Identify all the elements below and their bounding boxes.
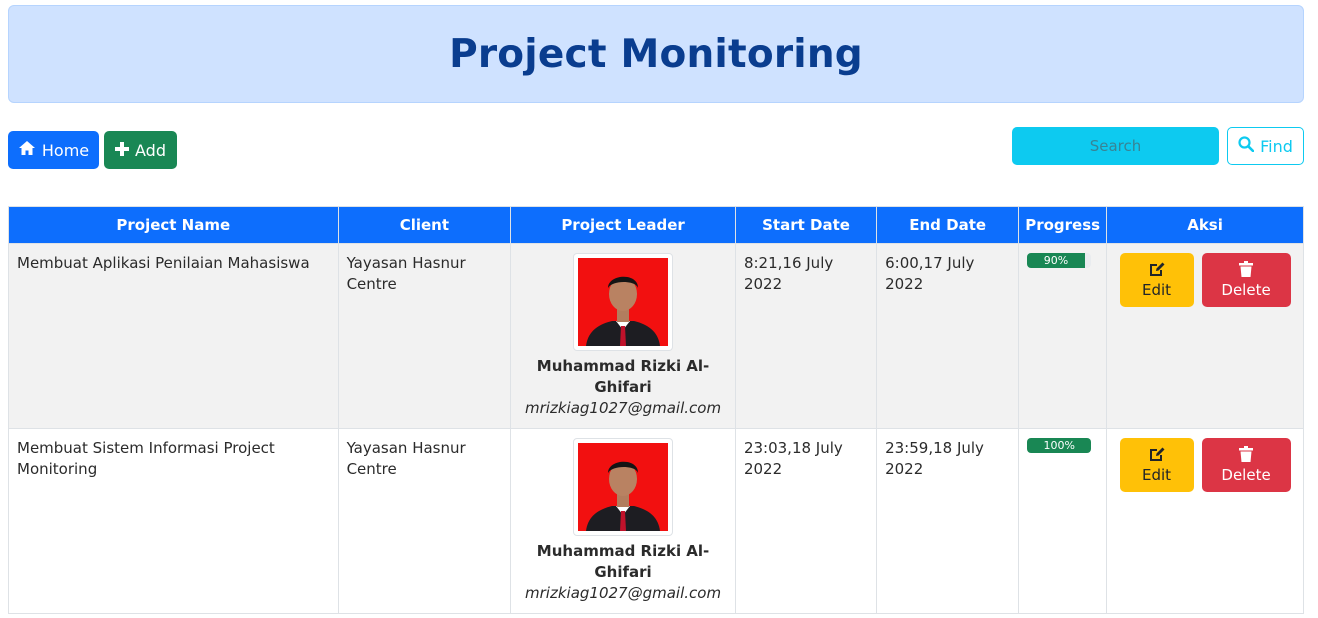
home-button-label: Home (41, 140, 90, 160)
leader-email: mrizkiag1027@gmail.com (525, 399, 722, 417)
client-cell: Yayasan Hasnur Centre (337, 243, 512, 429)
progress-bar: 100% (1027, 438, 1092, 453)
leader-photo (573, 253, 674, 351)
project-leader-cell: Muhammad Rizki Al-Ghifari mrizkiag1027@g… (510, 428, 736, 614)
progress-fill: 100% (1027, 438, 1092, 453)
delete-button-label: Delete (1221, 466, 1271, 484)
table-row: Membuat Aplikasi Penilaian Mahasiswa Yay… (8, 243, 1304, 429)
start-date-cell: 8:21,16 July 2022 (734, 243, 878, 429)
home-button[interactable]: Home (8, 131, 99, 169)
edit-button-label: Edit (1142, 281, 1172, 299)
end-date-cell: 23:59,18 July 2022 (876, 428, 1020, 614)
trash-icon (1239, 261, 1254, 281)
find-button[interactable]: Find (1227, 127, 1304, 165)
page-title: Project Monitoring (449, 31, 863, 77)
delete-button[interactable]: Delete (1201, 253, 1291, 307)
column-header-aksi: Aksi (1106, 206, 1304, 244)
column-header-progress: Progress (1018, 206, 1108, 244)
progress-bar: 90% (1027, 253, 1092, 268)
column-header-start-date: Start Date (734, 206, 878, 244)
leader-photo (573, 438, 674, 536)
actions-cell: Edit Delete (1106, 428, 1304, 614)
edit-button[interactable]: Edit (1119, 253, 1194, 307)
client-cell: Yayasan Hasnur Centre (337, 428, 512, 614)
progress-cell: 90% (1018, 243, 1108, 429)
delete-button-label: Delete (1221, 281, 1271, 299)
project-name-cell: Membuat Aplikasi Penilaian Mahasiswa (8, 243, 339, 429)
column-header-client: Client (337, 206, 512, 244)
plus-icon (115, 141, 129, 160)
home-icon (18, 140, 36, 160)
find-button-label: Find (1260, 136, 1293, 156)
edit-button[interactable]: Edit (1119, 438, 1194, 492)
table-header-row: Project Name Client Project Leader Start… (8, 206, 1304, 244)
projects-table: Project Name Client Project Leader Start… (8, 206, 1304, 614)
add-button-label: Add (135, 140, 166, 160)
trash-icon (1239, 446, 1254, 466)
actions-cell: Edit Delete (1106, 243, 1304, 429)
edit-icon (1148, 446, 1166, 466)
leader-email: mrizkiag1027@gmail.com (525, 584, 722, 602)
delete-button[interactable]: Delete (1201, 438, 1291, 492)
project-name-cell: Membuat Sistem Informasi Project Monitor… (8, 428, 339, 614)
column-header-project-leader: Project Leader (510, 206, 736, 244)
column-header-end-date: End Date (876, 206, 1020, 244)
table-row: Membuat Sistem Informasi Project Monitor… (8, 428, 1304, 614)
start-date-cell: 23:03,18 July 2022 (734, 428, 878, 614)
end-date-cell: 6:00,17 July 2022 (876, 243, 1020, 429)
column-header-project-name: Project Name (8, 206, 339, 244)
progress-cell: 100% (1018, 428, 1108, 614)
page-header-banner: Project Monitoring (8, 5, 1304, 103)
edit-icon (1148, 261, 1166, 281)
search-input[interactable] (1012, 127, 1219, 165)
search-icon (1238, 136, 1255, 156)
leader-name: Muhammad Rizki Al-Ghifari (536, 357, 710, 396)
edit-button-label: Edit (1142, 466, 1172, 484)
project-leader-cell: Muhammad Rizki Al-Ghifari mrizkiag1027@g… (510, 243, 736, 429)
leader-name: Muhammad Rizki Al-Ghifari (536, 542, 710, 581)
add-button[interactable]: Add (104, 131, 177, 169)
progress-fill: 90% (1027, 253, 1085, 268)
